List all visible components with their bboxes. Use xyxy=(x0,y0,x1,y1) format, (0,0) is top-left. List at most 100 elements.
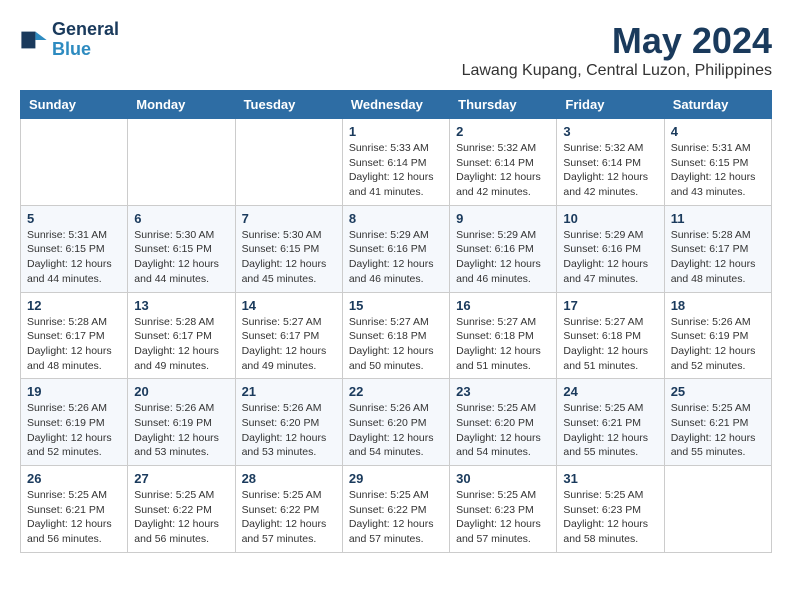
calendar-day-cell: 9Sunrise: 5:29 AMSunset: 6:16 PMDaylight… xyxy=(450,205,557,292)
calendar-weekday-header: Wednesday xyxy=(342,91,449,119)
calendar-day-cell: 30 Sunrise: 5:25 AMSunset: 6:23 PMDayligh… xyxy=(450,466,557,553)
calendar-weekday-header: Thursday xyxy=(450,91,557,119)
calendar-day-cell: 7 Sunrise: 5:30 AMSunset: 6:15 PMDaylight… xyxy=(235,205,342,292)
calendar-weekday-header: Saturday xyxy=(664,91,771,119)
day-info: Sunrise: 5:25 AMSunset: 6:21 PMDaylight:… xyxy=(671,401,765,460)
day-number: 4 xyxy=(671,124,765,139)
day-number: 14 xyxy=(242,298,336,313)
day-number: 6 xyxy=(134,211,228,226)
day-info: Sunrise: 5:31 AMSunset: 6:15 PMDaylight:… xyxy=(27,228,121,287)
day-info: Sunrise: 5:28 AMSunset: 6:17 PMDaylight:… xyxy=(27,315,121,374)
day-number: 7 xyxy=(242,211,336,226)
day-info: Sunrise: 5:25 AMSunset: 6:23 PMDaylight:… xyxy=(563,488,657,547)
day-number: 13 xyxy=(134,298,228,313)
day-number: 23 xyxy=(456,384,550,399)
day-number: 2 xyxy=(456,124,550,139)
calendar-day-cell: 23Sunrise: 5:25 AMSunset: 6:20 PMDayligh… xyxy=(450,379,557,466)
calendar-week-row: 5 Sunrise: 5:31 AMSunset: 6:15 PMDaylight… xyxy=(21,205,772,292)
calendar-day-cell: 12 Sunrise: 5:28 AMSunset: 6:17 PMDayligh… xyxy=(21,292,128,379)
day-number: 19 xyxy=(27,384,121,399)
day-info: Sunrise: 5:26 AMSunset: 6:19 PMDaylight:… xyxy=(27,401,121,460)
day-number: 26 xyxy=(27,471,121,486)
calendar-week-row: 12 Sunrise: 5:28 AMSunset: 6:17 PMDayligh… xyxy=(21,292,772,379)
calendar-day-cell: 24Sunrise: 5:25 AMSunset: 6:21 PMDayligh… xyxy=(557,379,664,466)
calendar-day-cell: 1 Sunrise: 5:33 AMSunset: 6:14 PMDaylight… xyxy=(342,119,449,206)
day-number: 27 xyxy=(134,471,228,486)
calendar-day-cell: 3 Sunrise: 5:32 AMSunset: 6:14 PMDaylight… xyxy=(557,119,664,206)
sub-title: Lawang Kupang, Central Luzon, Philippine… xyxy=(462,62,772,80)
day-number: 5 xyxy=(27,211,121,226)
calendar-weekday-header: Monday xyxy=(128,91,235,119)
main-title: May 2024 xyxy=(462,20,772,62)
day-number: 31 xyxy=(563,471,657,486)
day-info: Sunrise: 5:29 AMSunset: 6:16 PMDaylight:… xyxy=(349,228,443,287)
calendar-day-cell: 15 Sunrise: 5:27 AMSunset: 6:18 PMDayligh… xyxy=(342,292,449,379)
calendar-day-cell: 22 Sunrise: 5:26 AMSunset: 6:20 PMDayligh… xyxy=(342,379,449,466)
day-info: Sunrise: 5:27 AMSunset: 6:18 PMDaylight:… xyxy=(563,315,657,374)
calendar-day-cell: 14 Sunrise: 5:27 AMSunset: 6:17 PMDayligh… xyxy=(235,292,342,379)
calendar-day-cell: 18 Sunrise: 5:26 AMSunset: 6:19 PMDayligh… xyxy=(664,292,771,379)
day-number: 9 xyxy=(456,211,550,226)
calendar-day-cell: 2Sunrise: 5:32 AMSunset: 6:14 PMDaylight… xyxy=(450,119,557,206)
calendar-day-cell: 31 Sunrise: 5:25 AMSunset: 6:23 PMDayligh… xyxy=(557,466,664,553)
calendar-day-cell: 11 Sunrise: 5:28 AMSunset: 6:17 PMDayligh… xyxy=(664,205,771,292)
calendar-day-cell: 8Sunrise: 5:29 AMSunset: 6:16 PMDaylight… xyxy=(342,205,449,292)
day-info: Sunrise: 5:29 AMSunset: 6:16 PMDaylight:… xyxy=(563,228,657,287)
day-info: Sunrise: 5:26 AMSunset: 6:19 PMDaylight:… xyxy=(134,401,228,460)
day-info: Sunrise: 5:25 AMSunset: 6:22 PMDaylight:… xyxy=(349,488,443,547)
calendar-day-cell: 10 Sunrise: 5:29 AMSunset: 6:16 PMDayligh… xyxy=(557,205,664,292)
calendar-day-cell xyxy=(21,119,128,206)
calendar-day-cell: 25Sunrise: 5:25 AMSunset: 6:21 PMDayligh… xyxy=(664,379,771,466)
day-info: Sunrise: 5:26 AMSunset: 6:20 PMDaylight:… xyxy=(242,401,336,460)
calendar-day-cell: 13Sunrise: 5:28 AMSunset: 6:17 PMDayligh… xyxy=(128,292,235,379)
day-info: Sunrise: 5:30 AMSunset: 6:15 PMDaylight:… xyxy=(242,228,336,287)
day-number: 28 xyxy=(242,471,336,486)
day-info: Sunrise: 5:33 AMSunset: 6:14 PMDaylight:… xyxy=(349,141,443,200)
logo-icon xyxy=(20,26,48,54)
day-info: Sunrise: 5:27 AMSunset: 6:17 PMDaylight:… xyxy=(242,315,336,374)
calendar-week-row: 1 Sunrise: 5:33 AMSunset: 6:14 PMDaylight… xyxy=(21,119,772,206)
day-info: Sunrise: 5:28 AMSunset: 6:17 PMDaylight:… xyxy=(671,228,765,287)
calendar-day-cell xyxy=(128,119,235,206)
logo-line2: Blue xyxy=(52,39,91,59)
calendar: SundayMondayTuesdayWednesdayThursdayFrid… xyxy=(20,90,772,553)
day-number: 30 xyxy=(456,471,550,486)
calendar-day-cell: 27 Sunrise: 5:25 AMSunset: 6:22 PMDayligh… xyxy=(128,466,235,553)
day-info: Sunrise: 5:30 AMSunset: 6:15 PMDaylight:… xyxy=(134,228,228,287)
calendar-day-cell: 28 Sunrise: 5:25 AMSunset: 6:22 PMDayligh… xyxy=(235,466,342,553)
day-number: 3 xyxy=(563,124,657,139)
day-info: Sunrise: 5:25 AMSunset: 6:23 PMDaylight:… xyxy=(456,488,550,547)
day-number: 16 xyxy=(456,298,550,313)
header: General Blue May 2024 Lawang Kupang, Cen… xyxy=(20,20,772,80)
calendar-weekday-header: Friday xyxy=(557,91,664,119)
day-number: 20 xyxy=(134,384,228,399)
calendar-day-cell: 6 Sunrise: 5:30 AMSunset: 6:15 PMDaylight… xyxy=(128,205,235,292)
day-info: Sunrise: 5:25 AMSunset: 6:21 PMDaylight:… xyxy=(563,401,657,460)
day-number: 22 xyxy=(349,384,443,399)
title-area: May 2024 Lawang Kupang, Central Luzon, P… xyxy=(462,20,772,80)
day-number: 11 xyxy=(671,211,765,226)
day-number: 12 xyxy=(27,298,121,313)
calendar-week-row: 26Sunrise: 5:25 AMSunset: 6:21 PMDayligh… xyxy=(21,466,772,553)
calendar-day-cell: 16Sunrise: 5:27 AMSunset: 6:18 PMDayligh… xyxy=(450,292,557,379)
day-number: 1 xyxy=(349,124,443,139)
calendar-header-row: SundayMondayTuesdayWednesdayThursdayFrid… xyxy=(21,91,772,119)
day-info: Sunrise: 5:27 AMSunset: 6:18 PMDaylight:… xyxy=(349,315,443,374)
calendar-week-row: 19 Sunrise: 5:26 AMSunset: 6:19 PMDayligh… xyxy=(21,379,772,466)
day-info: Sunrise: 5:25 AMSunset: 6:22 PMDaylight:… xyxy=(134,488,228,547)
calendar-day-cell: 4Sunrise: 5:31 AMSunset: 6:15 PMDaylight… xyxy=(664,119,771,206)
day-info: Sunrise: 5:25 AMSunset: 6:22 PMDaylight:… xyxy=(242,488,336,547)
day-info: Sunrise: 5:32 AMSunset: 6:14 PMDaylight:… xyxy=(563,141,657,200)
day-info: Sunrise: 5:26 AMSunset: 6:20 PMDaylight:… xyxy=(349,401,443,460)
logo-line1: General xyxy=(52,20,119,40)
logo-text: General Blue xyxy=(52,20,119,60)
logo: General Blue xyxy=(20,20,119,60)
day-info: Sunrise: 5:26 AMSunset: 6:19 PMDaylight:… xyxy=(671,315,765,374)
calendar-day-cell: 19 Sunrise: 5:26 AMSunset: 6:19 PMDayligh… xyxy=(21,379,128,466)
day-number: 15 xyxy=(349,298,443,313)
day-number: 21 xyxy=(242,384,336,399)
calendar-weekday-header: Sunday xyxy=(21,91,128,119)
day-number: 29 xyxy=(349,471,443,486)
day-number: 18 xyxy=(671,298,765,313)
day-number: 10 xyxy=(563,211,657,226)
